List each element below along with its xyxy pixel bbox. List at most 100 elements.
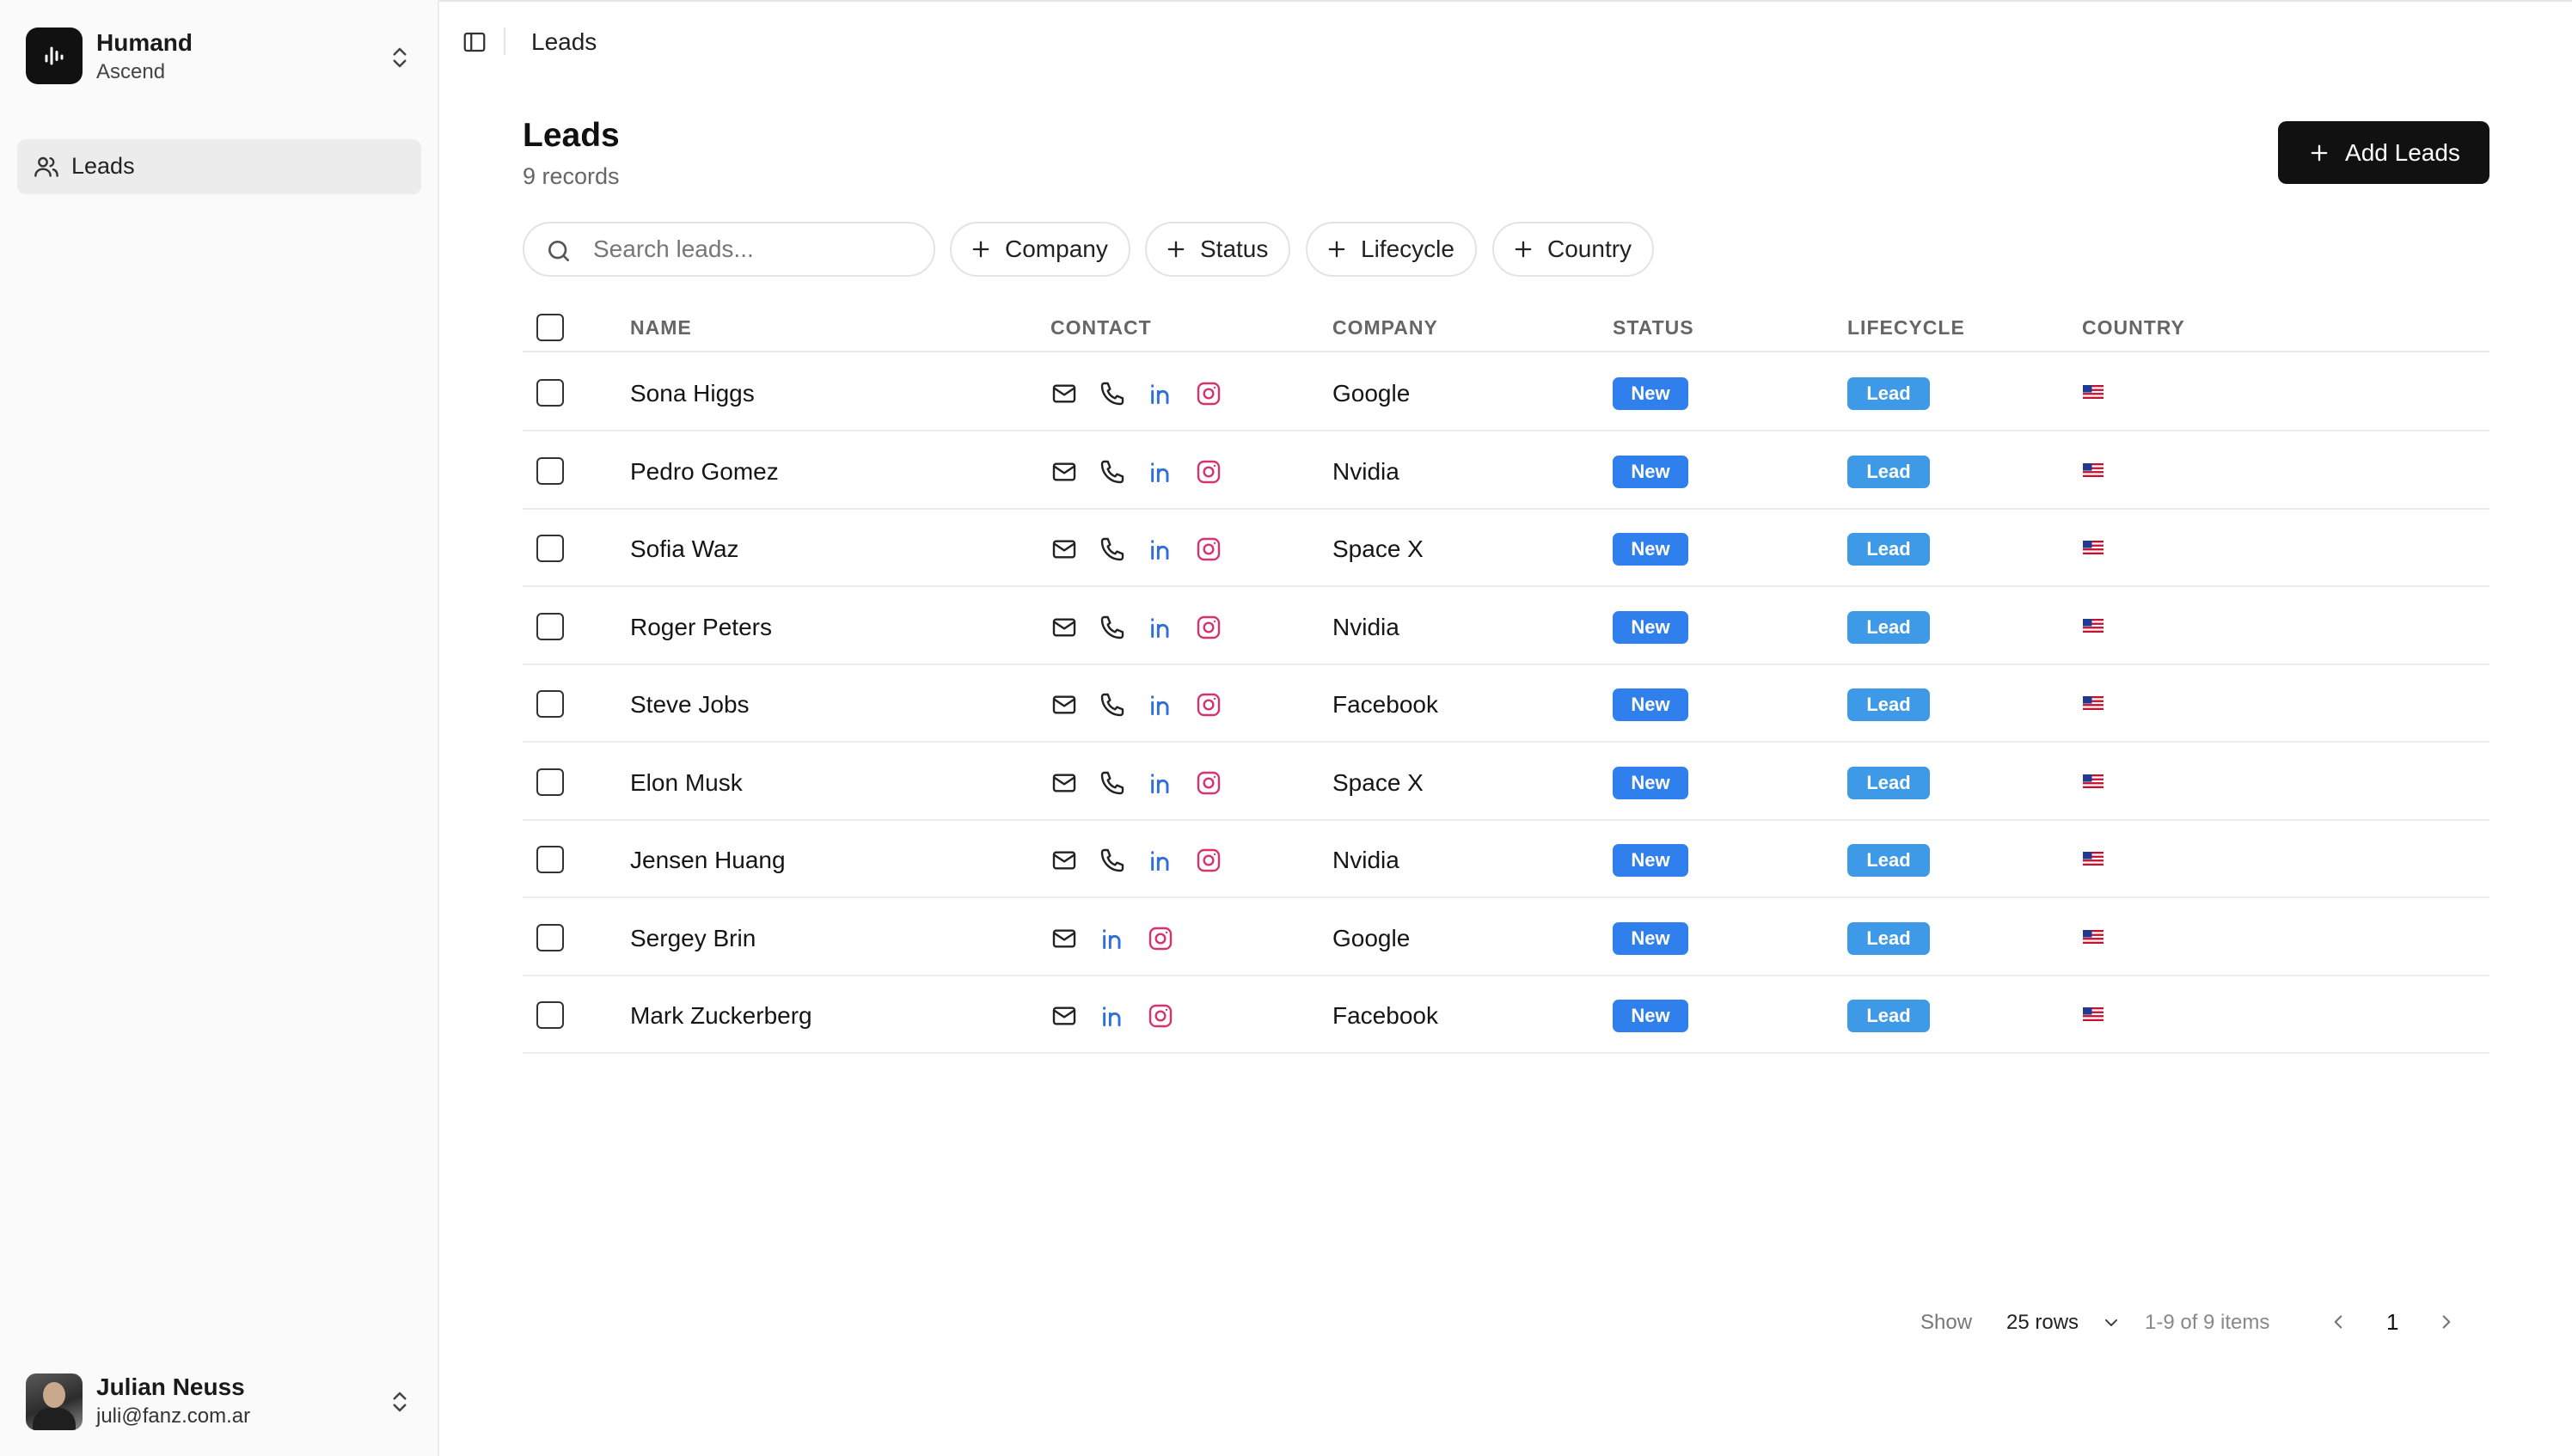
lead-name[interactable]: Sergey Brin [630,925,756,952]
table-header-divider [523,351,2489,352]
lead-name[interactable]: Elon Musk [630,769,743,797]
row-checkbox[interactable] [536,456,564,485]
instagram-icon[interactable] [1195,458,1222,486]
lead-name[interactable]: Pedro Gomez [630,458,779,486]
email-icon[interactable] [1050,458,1078,486]
column-header-country[interactable]: COUNTRY [2082,316,2185,340]
search-input[interactable] [593,232,920,266]
lead-company: Google [1332,380,1411,407]
email-icon[interactable] [1050,691,1078,719]
phone-icon[interactable] [1099,614,1126,641]
chevron-right-icon[interactable] [2435,1311,2458,1333]
user-menu[interactable]: Julian Neuss juli@fanz.com.ar [26,1372,413,1432]
row-checkbox[interactable] [536,690,564,718]
linkedin-icon[interactable] [1099,925,1126,952]
linkedin-icon[interactable] [1147,458,1174,486]
linkedin-icon[interactable] [1099,1002,1126,1030]
linkedin-icon[interactable] [1147,535,1174,563]
linkedin-icon[interactable] [1147,614,1174,641]
table-row[interactable]: Mark Zuckerberg Facebook New Lead [523,976,2489,1054]
record-count: 9 records [523,163,620,189]
phone-icon[interactable] [1099,535,1126,563]
table-row[interactable]: Sergey Brin Google New Lead [523,899,2489,976]
chevron-down-icon[interactable] [2101,1312,2122,1333]
sidebar-item-leads[interactable]: Leads [17,139,421,194]
email-icon[interactable] [1050,614,1078,641]
instagram-icon[interactable] [1195,614,1222,641]
filter-company-button[interactable]: Company [950,222,1130,277]
table-row[interactable]: Pedro Gomez Nvidia New Lead [523,432,2489,510]
instagram-icon[interactable] [1195,691,1222,719]
email-icon[interactable] [1050,380,1078,407]
status-badge: New [1613,688,1688,721]
instagram-icon[interactable] [1195,535,1222,563]
instagram-icon[interactable] [1195,847,1222,874]
column-header-status[interactable]: STATUS [1613,316,1694,340]
email-icon[interactable] [1050,535,1078,563]
column-header-contact[interactable]: CONTACT [1050,316,1152,340]
lead-name[interactable]: Sofia Waz [630,535,739,563]
rows-per-page-select[interactable]: 25 rows [2006,1311,2079,1335]
row-checkbox[interactable] [536,923,564,951]
add-leads-button[interactable]: Add Leads [2278,121,2489,184]
row-checkbox[interactable] [536,535,564,562]
phone-icon[interactable] [1099,380,1126,407]
instagram-icon[interactable] [1147,1002,1174,1030]
search-icon [548,241,569,261]
column-header-name[interactable]: NAME [630,316,692,340]
row-checkbox[interactable] [536,1001,564,1029]
lead-name[interactable]: Steve Jobs [630,691,750,719]
current-page[interactable]: 1 [2386,1309,2398,1336]
email-icon[interactable] [1050,769,1078,797]
table-row[interactable]: Sofia Waz Space X New Lead [523,510,2489,587]
email-icon[interactable] [1050,1002,1078,1030]
table-row[interactable]: Jensen Huang Nvidia New Lead [523,821,2489,898]
filter-status-button[interactable]: Status [1145,222,1291,277]
row-checkbox[interactable] [536,768,564,796]
lead-name[interactable]: Mark Zuckerberg [630,1002,812,1030]
sidebar-toggle-icon[interactable] [462,29,487,55]
table-row[interactable]: Sona Higgs Google New Lead [523,354,2489,431]
lead-name[interactable]: Jensen Huang [630,847,786,874]
instagram-icon[interactable] [1147,925,1174,952]
table-row[interactable]: Elon Musk Space X New Lead [523,743,2489,821]
chevrons-up-down-icon [393,1392,407,1412]
phone-icon[interactable] [1099,769,1126,797]
linkedin-icon[interactable] [1147,380,1174,407]
instagram-icon[interactable] [1195,769,1222,797]
us-flag-icon [2083,696,2104,710]
instagram-icon[interactable] [1195,380,1222,407]
us-flag-icon [2083,929,2104,944]
sidebar: Humand Ascend Leads Julian Neuss juli@fa… [0,0,439,1456]
column-header-company[interactable]: COMPANY [1332,316,1438,340]
status-badge: New [1613,921,1688,955]
lead-name[interactable]: Roger Peters [630,614,772,641]
contact-icons [1050,845,1222,876]
linkedin-icon[interactable] [1147,847,1174,874]
table-row[interactable]: Steve Jobs Facebook New Lead [523,665,2489,743]
phone-icon[interactable] [1099,458,1126,486]
workspace-switcher[interactable]: Humand Ascend [26,28,413,86]
filter-country-button[interactable]: Country [1492,222,1655,277]
row-checkbox[interactable] [536,379,564,407]
email-icon[interactable] [1050,847,1078,874]
linkedin-icon[interactable] [1147,769,1174,797]
filter-label: Company [1005,236,1108,262]
lead-name[interactable]: Sona Higgs [630,380,755,407]
search-box[interactable] [523,222,935,277]
phone-icon[interactable] [1099,691,1126,719]
chevron-left-icon[interactable] [2327,1311,2349,1333]
select-all-checkbox[interactable] [536,314,564,341]
phone-icon[interactable] [1099,847,1126,874]
filter-label: Status [1200,236,1269,262]
lifecycle-badge: Lead [1847,688,1930,721]
page-title: Leads [523,117,620,154]
column-header-lifecycle[interactable]: LIFECYCLE [1847,316,1965,340]
filter-label: Lifecycle [1361,236,1454,262]
row-checkbox[interactable] [536,612,564,640]
linkedin-icon[interactable] [1147,691,1174,719]
row-checkbox[interactable] [536,846,564,873]
filter-lifecycle-button[interactable]: Lifecycle [1306,222,1477,277]
table-row[interactable]: Roger Peters Nvidia New Lead [523,588,2489,665]
email-icon[interactable] [1050,925,1078,952]
